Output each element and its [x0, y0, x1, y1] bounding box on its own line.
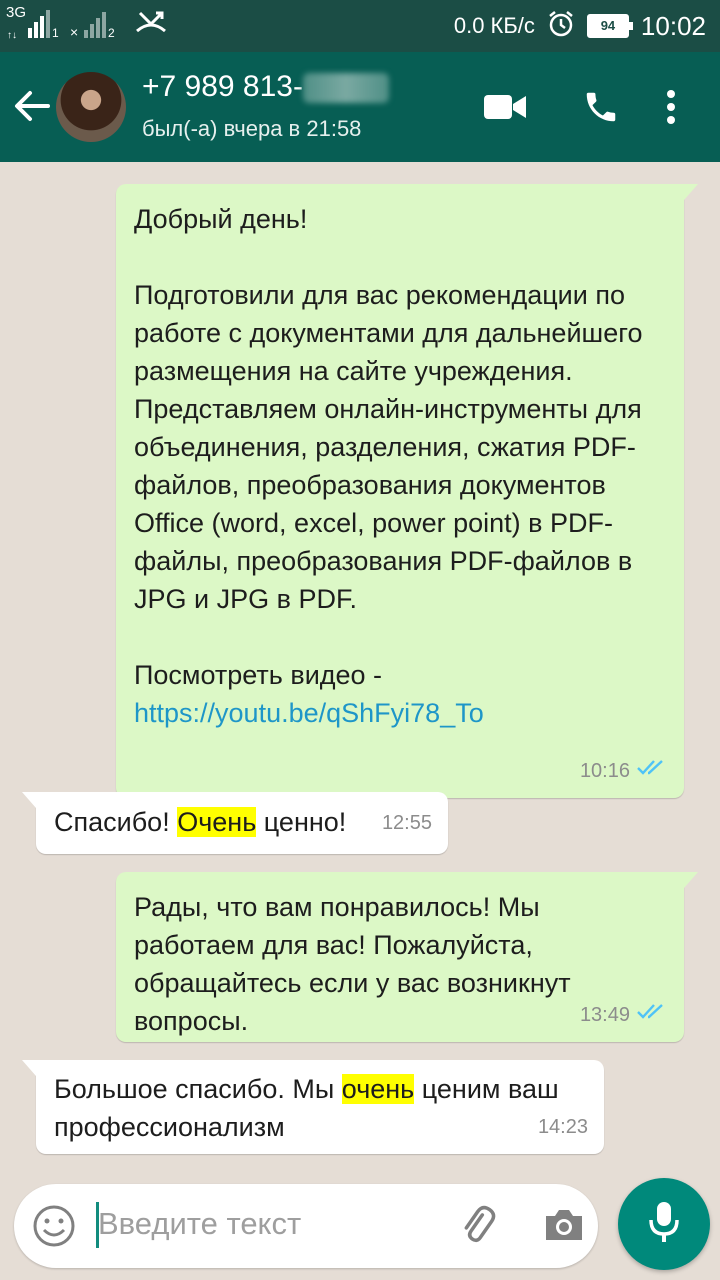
battery-icon: 94 [586, 14, 633, 38]
message-body: Добрый день! Подготовили для вас рекомен… [134, 204, 643, 614]
message-meta: 10:16 [580, 752, 668, 790]
outgoing-message[interactable]: Рады, что вам понравилось! Мы работаем д… [116, 872, 698, 1042]
message-link-prefix: Посмотреть видео - [134, 660, 383, 690]
message-list[interactable]: Добрый день! Подготовили для вас рекомен… [0, 162, 720, 1168]
missed-call-icon [134, 9, 168, 44]
message-text-after: ценно! [256, 807, 347, 837]
contact-phone: +7 989 813- [142, 70, 303, 103]
attach-icon[interactable] [454, 1202, 500, 1253]
message-text: Спасибо! Очень ценно! [54, 803, 430, 841]
back-arrow-icon[interactable] [12, 86, 52, 126]
emoji-icon[interactable] [32, 1204, 76, 1253]
outgoing-message[interactable]: Добрый день! Подготовили для вас рекомен… [116, 184, 698, 798]
svg-text:↑↓: ↑↓ [7, 30, 17, 41]
incoming-message[interactable]: Спасибо! Очень ценно! 12:55 [22, 792, 448, 854]
message-text: Большое спасибо. Мы очень ценим ваш проф… [54, 1070, 586, 1146]
message-meta: 12:55 [382, 804, 432, 842]
camera-icon[interactable] [542, 1206, 586, 1249]
network-type: 3G [6, 4, 27, 21]
message-time: 14:23 [537, 1116, 588, 1138]
alarm-icon [547, 10, 575, 43]
signal-icon-sim1: 3G ↑↓ 1 [6, 4, 60, 44]
network-speed: 0.0 КБ/с [453, 13, 535, 38]
message-time: 13:49 [579, 1004, 630, 1026]
phone-icon[interactable] [576, 82, 626, 132]
message-input[interactable]: Введите текст [98, 1206, 301, 1242]
mic-icon [647, 1200, 681, 1249]
chat-header: +7 989 813- был(-а) вчера в 21:58 [0, 52, 720, 162]
status-time: 10:02 [640, 10, 706, 41]
double-check-icon [636, 996, 668, 1034]
message-time: 12:55 [381, 812, 432, 834]
message-composer[interactable]: Введите текст [14, 1184, 598, 1268]
redacted-digits [302, 73, 389, 104]
message-text-before: Большое спасибо. Мы [54, 1074, 342, 1104]
message-link[interactable]: https://youtu.be/qShFyi78_To [134, 698, 484, 728]
highlighted-word: Очень [177, 807, 257, 837]
incoming-message[interactable]: Большое спасибо. Мы очень ценим ваш проф… [22, 1060, 604, 1154]
avatar[interactable] [56, 72, 126, 142]
status-bar: 3G ↑↓ 1 × 2 0.0 КБ/с 94 10:02 [0, 0, 720, 52]
signal-icon-sim2: × 2 [70, 8, 124, 44]
message-text-before: Спасибо! [54, 807, 178, 837]
double-check-icon [636, 752, 668, 790]
message-time: 10:16 [579, 760, 630, 782]
contact-name[interactable]: +7 989 813- [142, 70, 389, 104]
video-call-icon[interactable] [480, 82, 530, 132]
sim2-label: 2 [108, 26, 115, 40]
message-meta: 14:23 [538, 1108, 588, 1146]
highlighted-word: очень [341, 1074, 415, 1104]
message-text: Добрый день! Подготовили для вас рекомен… [134, 200, 666, 732]
sim1-label: 1 [52, 26, 59, 40]
message-meta: 13:49 [580, 996, 668, 1034]
mic-button[interactable] [618, 1178, 710, 1270]
more-vert-icon[interactable] [656, 82, 686, 132]
svg-text:×: × [70, 24, 78, 40]
last-seen: был(-а) вчера в 21:58 [142, 116, 362, 141]
